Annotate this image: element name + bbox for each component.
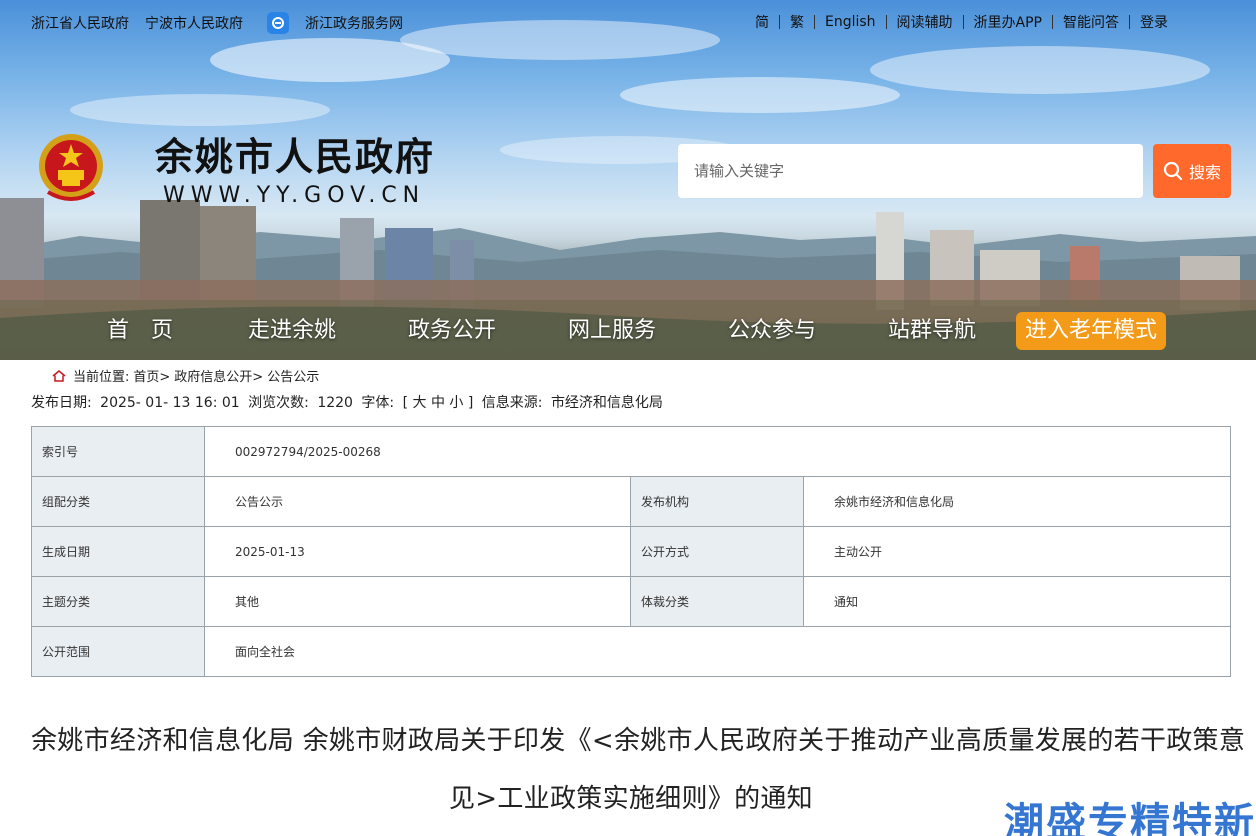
topic-label: 主题分类 bbox=[31, 576, 205, 627]
search-button[interactable]: 搜索 bbox=[1153, 144, 1231, 198]
document-info-table: 索引号 002972794/2025-00268 组配分类 公告公示 发布机构 … bbox=[31, 426, 1231, 677]
nav-about-yuyao[interactable]: 走进余姚 bbox=[248, 308, 336, 354]
national-emblem-icon bbox=[39, 134, 103, 201]
category-value: 公告公示 bbox=[204, 476, 631, 527]
divider bbox=[885, 15, 887, 29]
link-smart-qa[interactable]: 智能问答 bbox=[1063, 12, 1119, 32]
scope-value: 面向全社会 bbox=[204, 626, 1231, 677]
method-value: 主动公开 bbox=[803, 526, 1231, 577]
table-row: 组配分类 公告公示 发布机构 余姚市经济和信息化局 bbox=[31, 476, 1231, 527]
publish-date-label: 发布日期: bbox=[31, 395, 92, 411]
table-row: 公开范围 面向全社会 bbox=[31, 626, 1231, 677]
link-reading-aid[interactable]: 阅读辅助 bbox=[897, 12, 953, 32]
breadcrumb: 当前位置: 首页> 政府信息公开> 公告公示 bbox=[52, 366, 323, 385]
top-bar-right: 简 繁 English 阅读辅助 浙里办APP 智能问答 登录 bbox=[755, 12, 1168, 32]
divider bbox=[1129, 15, 1130, 29]
home-icon bbox=[52, 369, 66, 382]
views-value: 1220 bbox=[317, 395, 353, 411]
site-url: WWW.YY.GOV.CN bbox=[163, 183, 426, 208]
breadcrumb-home[interactable]: 首页> bbox=[133, 366, 170, 385]
publisher-value: 余姚市经济和信息化局 bbox=[803, 476, 1231, 527]
created-label: 生成日期 bbox=[31, 526, 205, 577]
link-zhejiang-gov[interactable]: 浙江省人民政府 bbox=[31, 13, 129, 33]
link-ningbo-gov[interactable]: 宁波市人民政府 bbox=[145, 13, 243, 33]
main-nav: 首 页 走进余姚 政务公开 网上服务 公众参与 站群导航 进入老年模式 bbox=[0, 308, 1256, 354]
search-icon bbox=[1163, 161, 1183, 181]
table-row: 主题分类 其他 体裁分类 通知 bbox=[31, 576, 1231, 627]
divider bbox=[1052, 15, 1053, 29]
link-simplified[interactable]: 简 bbox=[755, 12, 769, 32]
scope-label: 公开范围 bbox=[31, 626, 205, 677]
index-value: 002972794/2025-00268 bbox=[204, 426, 1231, 477]
search-button-label: 搜索 bbox=[1188, 163, 1221, 182]
font-size-label: 字体: bbox=[361, 395, 395, 411]
site-title[interactable]: 余姚市人民政府 bbox=[155, 126, 435, 181]
publish-date-value: 2025- 01- 13 16: 01 bbox=[100, 395, 240, 411]
genre-label: 体裁分类 bbox=[630, 576, 804, 627]
genre-value: 通知 bbox=[803, 576, 1231, 627]
header-banner: 浙江省人民政府 宁波市人民政府 浙江政务服务网 简 繁 English 阅读辅助… bbox=[0, 0, 1256, 360]
publisher-label: 发布机构 bbox=[630, 476, 804, 527]
divider bbox=[778, 15, 780, 29]
category-label: 组配分类 bbox=[31, 476, 205, 527]
article-meta: 发布日期: 2025- 01- 13 16: 01 浏览次数: 1220 字体:… bbox=[31, 392, 667, 412]
divider bbox=[813, 15, 815, 29]
nav-online-service[interactable]: 网上服务 bbox=[568, 308, 656, 354]
source-value: 市经济和信息化局 bbox=[550, 395, 663, 411]
nav-home[interactable]: 首 页 bbox=[107, 308, 173, 354]
top-bar-left: 浙江省人民政府 宁波市人民政府 浙江政务服务网 bbox=[31, 12, 419, 34]
zhejiang-service-logo-icon bbox=[267, 12, 289, 34]
table-row: 生成日期 2025-01-13 公开方式 主动公开 bbox=[31, 526, 1231, 577]
link-traditional[interactable]: 繁 bbox=[790, 12, 804, 32]
breadcrumb-prefix: 当前位置: bbox=[73, 370, 130, 385]
top-bar: 浙江省人民政府 宁波市人民政府 浙江政务服务网 简 繁 English 阅读辅助… bbox=[0, 0, 1256, 42]
divider bbox=[962, 15, 964, 29]
link-english[interactable]: English bbox=[825, 14, 876, 30]
method-label: 公开方式 bbox=[630, 526, 804, 577]
font-size-controls[interactable]: [ 大 中 小 ] bbox=[403, 395, 474, 411]
link-zhejiang-service[interactable]: 浙江政务服务网 bbox=[305, 13, 403, 33]
index-label: 索引号 bbox=[31, 426, 205, 477]
article-title-line-1: 余姚市经济和信息化局 余姚市财政局关于印发《<余姚市人民政府关于推动产业高质量发… bbox=[31, 726, 1246, 756]
nav-public-participation[interactable]: 公众参与 bbox=[728, 308, 816, 354]
topic-value: 其他 bbox=[204, 576, 631, 627]
created-value: 2025-01-13 bbox=[204, 526, 631, 577]
link-zheliban-app[interactable]: 浙里办APP bbox=[974, 12, 1042, 32]
breadcrumb-info-open[interactable]: 政府信息公开> bbox=[174, 366, 263, 385]
source-label: 信息来源: bbox=[481, 395, 543, 411]
nav-gov-open[interactable]: 政务公开 bbox=[408, 308, 496, 354]
watermark-logo: 潮盛专精特新 bbox=[1004, 800, 1256, 836]
table-row: 索引号 002972794/2025-00268 bbox=[31, 426, 1231, 477]
elder-mode-button[interactable]: 进入老年模式 bbox=[1016, 312, 1167, 350]
nav-site-navigation[interactable]: 站群导航 bbox=[888, 308, 976, 354]
search-input[interactable] bbox=[678, 144, 1143, 198]
views-label: 浏览次数: bbox=[248, 395, 309, 411]
breadcrumb-notices[interactable]: 公告公示 bbox=[267, 366, 319, 385]
link-login[interactable]: 登录 bbox=[1140, 12, 1168, 32]
